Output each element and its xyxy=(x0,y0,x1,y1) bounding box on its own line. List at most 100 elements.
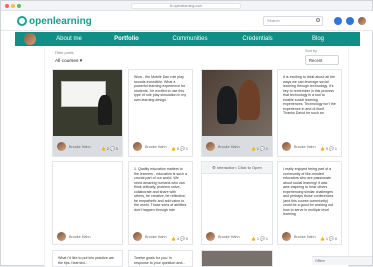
openlearning-logo-icon xyxy=(17,16,27,26)
post-footer: Brooke Hahn 👍 1 💬 1 xyxy=(206,232,268,243)
search-input[interactable]: Search xyxy=(263,16,323,26)
profile-avatar-icon[interactable] xyxy=(358,17,366,25)
portfolio-post-card-1[interactable]: Brooke Hahn 👍 2 💬 0 xyxy=(52,69,123,157)
post-stats: 👍 4 💬 0 xyxy=(171,237,188,241)
portfolio-post-card-7[interactable]: I really enjoyed being part of a communi… xyxy=(277,161,342,245)
close-window-icon[interactable] xyxy=(5,4,9,8)
browser-toolbar: ib.openlearning.com xyxy=(1,1,372,11)
post-stats: 👍 1 💬 1 xyxy=(251,147,268,151)
presenter-person xyxy=(98,95,112,125)
tab-credentials[interactable]: Credentials xyxy=(225,36,290,42)
portfolio-post-card-left-2[interactable]: Brooke Hahn xyxy=(52,161,123,245)
comments-count: 1 xyxy=(265,237,268,241)
post-stats: 👍 0 💬 1 xyxy=(320,147,337,151)
likes-count: 2 xyxy=(106,147,110,151)
author-avatar xyxy=(57,232,66,241)
post-footer: Brooke Hahn 👍 1 💬 0 xyxy=(282,232,337,243)
likes-count: 0 xyxy=(325,147,329,151)
comments-count: 1 xyxy=(265,147,268,151)
comments-count: 0 xyxy=(115,147,118,151)
profile-navigation: About me Portfolio Communities Credentia… xyxy=(15,32,360,46)
tab-portfolio[interactable]: Portfolio xyxy=(98,36,155,42)
post-text: Wow - the Mobile Dan role play sounds in… xyxy=(134,75,187,102)
person-left xyxy=(217,86,237,124)
openlearning-logo[interactable]: openlearning xyxy=(17,15,92,27)
author-name: Brooke Hahn xyxy=(218,235,240,239)
post-stats: 👍 0 💬 1 xyxy=(171,147,188,151)
post-text: Twelve goals for you: In response to you… xyxy=(134,256,186,265)
search-placeholder: Search xyxy=(267,18,280,23)
tab-communities[interactable]: Communities xyxy=(155,36,225,42)
tab-about-me[interactable]: About me xyxy=(40,36,98,42)
portfolio-post-card-2[interactable]: Wow - the Mobile Dan role play sounds in… xyxy=(128,69,193,157)
course-filter-select[interactable]: All courses ▾ xyxy=(55,59,82,64)
author-avatar xyxy=(282,232,291,241)
minimize-window-icon[interactable] xyxy=(11,4,15,8)
likes-count: 0 xyxy=(176,147,180,151)
author-avatar xyxy=(133,142,142,151)
sort-value: Recent xyxy=(309,58,323,63)
author-name: Brooke Hahn xyxy=(69,145,91,149)
portfolio-post-card-4[interactable]: It is exciting to think about all the wa… xyxy=(277,69,342,157)
portfolio-post-card-6[interactable]: ⚙ Interaction: Click to Open Brooke Hahn… xyxy=(201,161,273,245)
likes-count: 4 xyxy=(176,237,180,241)
profile-avatar[interactable] xyxy=(24,33,36,45)
post-photo xyxy=(202,70,272,136)
post-text: It is exciting to think about all the wa… xyxy=(283,75,336,115)
status-label: Offline xyxy=(315,259,326,263)
sort-by-label: Sort by xyxy=(305,49,318,53)
post-photo xyxy=(202,251,272,266)
notifications-icon[interactable] xyxy=(346,17,354,25)
post-footer: Brooke Hahn xyxy=(57,232,118,243)
author-name: Brooke Hahn xyxy=(145,235,167,239)
status-bar: Offline xyxy=(312,256,372,265)
author-name: Brooke Hahn xyxy=(145,145,167,149)
comments-count: 0 xyxy=(185,237,188,241)
post-footer: Brooke Hahn 👍 0 💬 1 xyxy=(133,142,188,153)
portfolio-post-card-3[interactable]: Brooke Hahn 👍 1 💬 1 xyxy=(201,69,273,157)
likes-count: 1 xyxy=(256,237,260,241)
post-photo xyxy=(53,70,122,136)
post-stats: 👍 2 💬 0 xyxy=(101,147,118,151)
brand-name: openlearning xyxy=(29,15,92,27)
author-name: Brooke Hahn xyxy=(294,235,316,239)
author-avatar xyxy=(133,232,142,241)
author-avatar xyxy=(57,142,66,151)
person-right xyxy=(238,80,260,120)
interaction-icon: ⚙ xyxy=(212,165,216,170)
comments-count: 1 xyxy=(185,147,188,151)
top-app-bar: openlearning Search xyxy=(1,11,373,31)
post-text: What I'd like to put into practice are t… xyxy=(58,256,115,265)
author-avatar xyxy=(206,142,215,151)
filter-posts-label: Filter posts xyxy=(55,51,74,55)
address-bar[interactable]: ib.openlearning.com xyxy=(131,3,241,9)
maximize-window-icon[interactable] xyxy=(17,4,21,8)
likes-count: 1 xyxy=(256,147,260,151)
browser-window: ib.openlearning.com openlearning Search … xyxy=(0,0,373,267)
post-footer: Brooke Hahn 👍 0 💬 1 xyxy=(282,142,337,153)
author-name: Brooke Hahn xyxy=(218,145,240,149)
post-footer: Brooke Hahn 👍 2 💬 0 xyxy=(57,142,118,153)
post-stats: 👍 1 💬 1 xyxy=(251,237,268,241)
messages-icon[interactable] xyxy=(334,17,342,25)
post-footer: Brooke Hahn 👍 1 💬 1 xyxy=(206,142,268,153)
sort-select[interactable]: Recent xyxy=(305,55,339,65)
portfolio-post-card-bottom-3[interactable] xyxy=(201,250,273,267)
post-footer: Brooke Hahn 👍 4 💬 0 xyxy=(133,232,188,243)
interaction-label: Interaction: Click to Open xyxy=(216,165,262,170)
portfolio-post-card-bottom-1[interactable]: What I'd like to put into practice are t… xyxy=(52,250,123,267)
comments-count: 1 xyxy=(334,147,337,151)
post-stats: 👍 1 💬 0 xyxy=(320,237,337,241)
likes-count: 1 xyxy=(325,237,329,241)
portfolio-post-card-5[interactable]: 1. Quality education matters to the lear… xyxy=(128,161,193,245)
tab-blog[interactable]: Blog xyxy=(290,36,346,42)
comments-count: 0 xyxy=(334,237,337,241)
author-name: Brooke Hahn xyxy=(69,235,91,239)
author-name: Brooke Hahn xyxy=(294,145,316,149)
post-text: 1. Quality education matters to the lear… xyxy=(134,167,187,212)
interaction-open-button[interactable]: ⚙ Interaction: Click to Open xyxy=(202,162,272,174)
search-icon[interactable] xyxy=(316,18,320,22)
post-text: I really enjoyed being part of a communi… xyxy=(283,167,334,216)
portfolio-content: Filter posts All courses ▾ Sort by Recen… xyxy=(44,46,349,267)
portfolio-post-card-bottom-2[interactable]: Twelve goals for you: In response to you… xyxy=(128,250,193,267)
